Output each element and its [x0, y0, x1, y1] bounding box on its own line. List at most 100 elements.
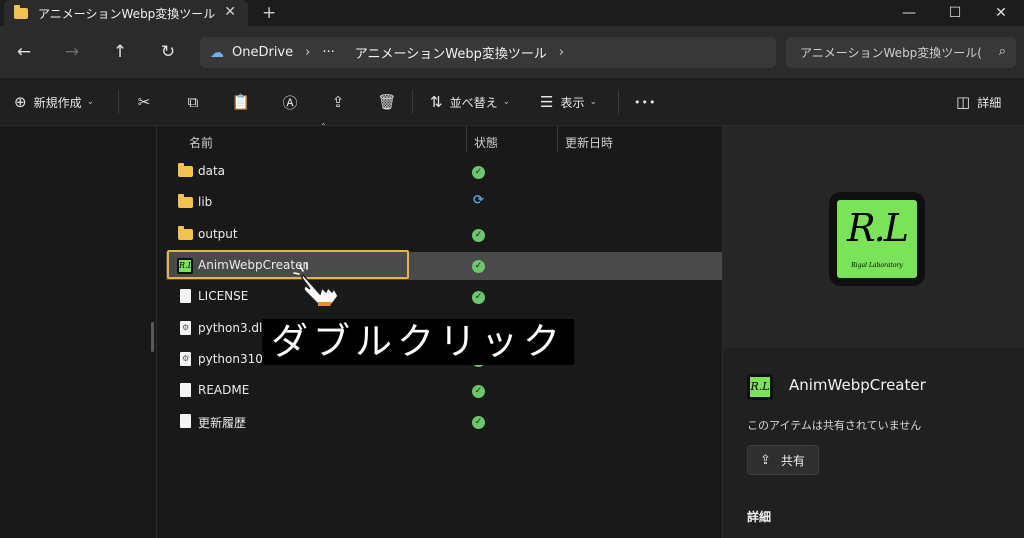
- instruction-caption: ダブルクリック: [262, 319, 574, 365]
- breadcrumb-current-folder[interactable]: アニメーションWebp変換ツール: [355, 43, 547, 62]
- minimize-button[interactable]: —: [886, 0, 932, 26]
- share-icon: ⇪: [760, 452, 771, 468]
- file-name: data: [198, 164, 226, 178]
- synced-check-icon: ✓: [472, 416, 485, 429]
- divider: [412, 90, 413, 114]
- chevron-right-icon[interactable]: ›: [305, 45, 310, 60]
- list-item[interactable]: 更新履歴 ✓: [166, 408, 722, 436]
- divider: [618, 90, 619, 114]
- copy-icon[interactable]: ⧉: [180, 90, 206, 114]
- synced-check-icon: ✓: [472, 229, 485, 242]
- chevron-down-icon: ⌄: [86, 97, 95, 107]
- file-name: README: [198, 383, 250, 397]
- synced-check-icon: ✓: [472, 260, 485, 273]
- share-icon[interactable]: ⇪: [325, 90, 351, 114]
- list-item[interactable]: data ✓: [166, 158, 722, 186]
- search-icon[interactable]: ⌕: [999, 44, 1006, 59]
- column-divider[interactable]: [557, 126, 558, 152]
- folder-icon: [178, 163, 193, 177]
- plus-circle-icon: ⊕: [14, 93, 27, 111]
- dll-file-icon: [180, 352, 191, 366]
- column-header-name[interactable]: 名前: [189, 130, 213, 154]
- breadcrumb-onedrive[interactable]: OneDrive: [232, 45, 293, 60]
- column-divider[interactable]: [466, 126, 467, 152]
- details-section-heading: 詳細: [747, 510, 772, 524]
- sort-button[interactable]: ⇅ 並べ替え ⌄: [430, 90, 510, 114]
- more-options-icon[interactable]: •••: [634, 90, 656, 114]
- search-input[interactable]: アニメーションWebp変換ツール( ⌕: [786, 37, 1016, 68]
- logo-subtitle: Rigal Laboratory: [851, 262, 903, 269]
- rename-icon[interactable]: Ⓐ: [277, 90, 303, 114]
- file-name: LICENSE: [198, 289, 249, 303]
- file-icon: [180, 383, 191, 397]
- file-name: python3.dll: [198, 321, 266, 335]
- dll-file-icon: [180, 321, 191, 335]
- synced-check-icon: ✓: [472, 166, 485, 179]
- chevron-right-icon[interactable]: ›: [559, 45, 564, 60]
- up-arrow-icon[interactable]: ↑: [106, 38, 134, 66]
- highlight-box: [167, 250, 409, 279]
- breadcrumb[interactable]: ☁ OneDrive › ··· アニメーションWebp変換ツール ›: [200, 37, 776, 68]
- maximize-button[interactable]: ☐: [932, 0, 978, 26]
- details-file-name: AnimWebpCreater: [789, 376, 926, 394]
- folder-icon: [14, 4, 28, 19]
- file-name: 更新履歴: [198, 416, 247, 430]
- preview-area: R.L Rigal Laboratory: [723, 126, 1024, 348]
- delete-icon[interactable]: 🗑: [374, 90, 400, 114]
- synced-check-icon: ✓: [472, 385, 485, 398]
- refresh-icon[interactable]: ↻: [154, 38, 182, 66]
- onedrive-cloud-icon: ☁: [210, 44, 224, 61]
- breadcrumb-overflow[interactable]: ···: [322, 45, 334, 60]
- chevron-down-icon: ⌄: [589, 97, 598, 107]
- new-button[interactable]: ⊕ 新規作成 ⌄: [14, 90, 94, 114]
- list-item[interactable]: output ✓: [166, 221, 722, 249]
- tab-title: アニメーションWebp変換ツール: [38, 6, 216, 21]
- file-icon: [180, 289, 191, 303]
- pointing-hand-icon: [293, 262, 339, 306]
- app-logo: R.L Rigal Laboratory: [829, 192, 925, 286]
- folder-icon: [178, 194, 193, 208]
- column-header-modified[interactable]: 更新日時: [565, 130, 613, 154]
- forward-arrow-icon[interactable]: →: [58, 38, 86, 66]
- sort-caret-icon: ⌃: [320, 122, 327, 131]
- details-label: 詳細: [977, 95, 1002, 110]
- address-bar-row: ← → ↑ ↻ ☁ OneDrive › ··· アニメーションWebp変換ツー…: [0, 26, 1024, 78]
- syncing-icon: ⟳: [473, 193, 484, 208]
- file-name: lib: [198, 195, 213, 209]
- app-icon-mark: R.L: [750, 377, 770, 397]
- details-pane-icon: ◫: [956, 93, 971, 111]
- back-arrow-icon[interactable]: ←: [10, 38, 38, 66]
- list-item[interactable]: lib ⟳: [166, 189, 722, 217]
- chevron-down-icon: ⌄: [502, 97, 511, 107]
- view-button[interactable]: ☰ 表示 ⌄: [540, 90, 597, 114]
- details-pane-button[interactable]: ◫ 詳細: [956, 90, 1001, 114]
- tab-close-icon[interactable]: ✕: [224, 4, 236, 20]
- view-list-icon: ☰: [540, 93, 554, 111]
- sort-label: 並べ替え: [449, 95, 498, 110]
- close-window-button[interactable]: ✕: [978, 0, 1024, 26]
- tab-active[interactable]: アニメーションWebp変換ツール ✕: [4, 0, 248, 26]
- new-label: 新規作成: [33, 95, 82, 110]
- cut-icon[interactable]: ✂: [131, 90, 157, 114]
- share-button[interactable]: ⇪ 共有: [747, 445, 819, 475]
- details-pane: R.L Rigal Laboratory R.L AnimWebpCreater…: [722, 126, 1024, 538]
- command-bar: ⊕ 新規作成 ⌄ ✂ ⧉ 📋 Ⓐ ⇪ 🗑 ⇅ 並べ替え ⌄ ☰ 表示 ⌄ •••…: [0, 78, 1024, 126]
- sort-icon: ⇅: [430, 93, 443, 111]
- file-icon: [180, 414, 191, 428]
- app-icon: R.L: [747, 374, 773, 400]
- synced-check-icon: ✓: [472, 291, 485, 304]
- file-name: output: [198, 227, 238, 241]
- list-item[interactable]: LICENSE ✓: [166, 283, 722, 311]
- scrollbar[interactable]: [151, 322, 154, 352]
- column-header-status[interactable]: 状態: [474, 130, 498, 154]
- folder-icon: [178, 226, 193, 240]
- view-label: 表示: [560, 95, 585, 110]
- share-status-text: このアイテムは共有されていません: [747, 419, 922, 432]
- list-item[interactable]: README ✓: [166, 377, 722, 405]
- new-tab-icon[interactable]: +: [262, 3, 276, 23]
- search-placeholder: アニメーションWebp変換ツール(: [800, 46, 982, 60]
- share-button-label: 共有: [780, 453, 805, 468]
- navigation-pane: [0, 126, 157, 538]
- paste-icon[interactable]: 📋: [228, 90, 254, 114]
- divider: [118, 90, 119, 114]
